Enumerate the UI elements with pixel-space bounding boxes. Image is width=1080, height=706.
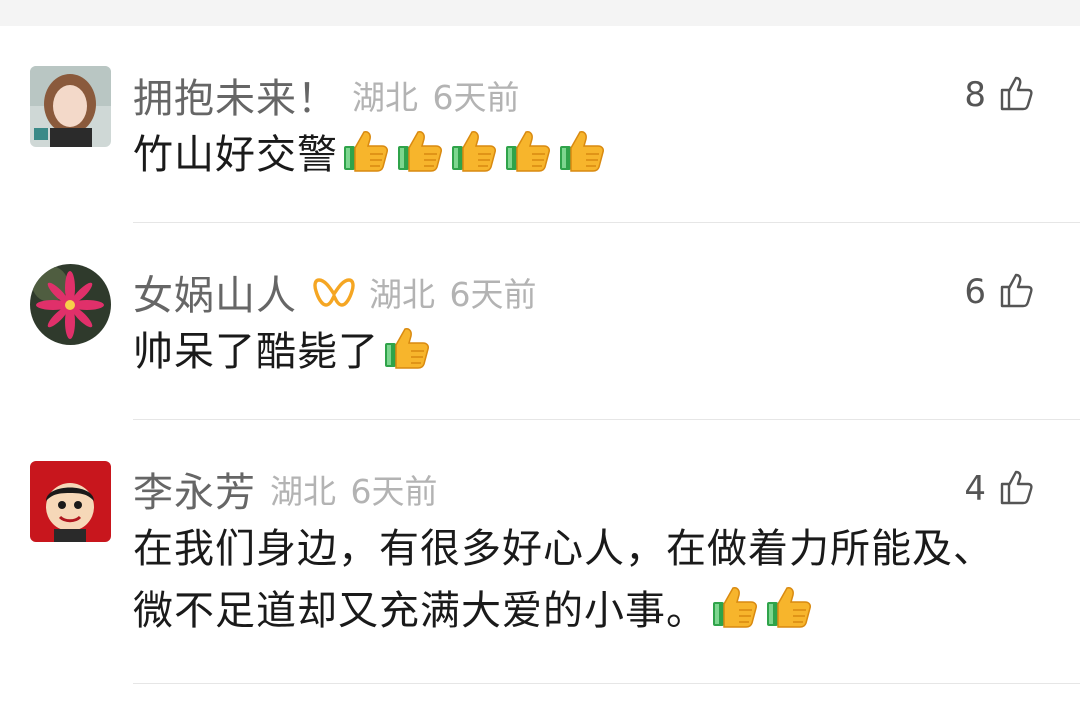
thumbs-up-emoji: [502, 124, 554, 176]
thumbs-up-outline-icon: [996, 73, 1036, 117]
location: 湖北: [352, 78, 418, 117]
avatar[interactable]: [30, 461, 111, 542]
avatar[interactable]: [30, 264, 111, 345]
timestamp: 6天前: [449, 275, 537, 314]
thumbs-up-emoji: [340, 124, 392, 176]
like-count: 4: [964, 469, 986, 509]
comment-meta: 湖北 6天前: [369, 268, 537, 316]
comment-header: 李永芳 湖北 6天前: [133, 464, 438, 516]
location: 湖北: [270, 472, 336, 511]
emoji-group: [379, 328, 433, 375]
top-bar: [0, 0, 1080, 26]
comment-text: 在我们身边，有很多好心人，在做着力所能及、微不足道却又充满大爱的小事。: [133, 518, 1003, 642]
emoji-group: [707, 587, 815, 634]
comment-body: 竹山好交警: [133, 132, 338, 178]
username[interactable]: 拥抱未来！: [133, 66, 338, 124]
divider: [133, 419, 1080, 420]
timestamp: 6天前: [432, 78, 520, 117]
comment-text: 竹山好交警: [133, 124, 1003, 186]
thumbs-up-outline-icon: [996, 270, 1036, 314]
comment-body: 帅呆了酷毙了: [133, 329, 379, 375]
comment-body: 在我们身边，有很多好心人，在做着力所能及、微不足道却又充满大爱的小事。: [133, 526, 994, 634]
comment-text: 帅呆了酷毙了: [133, 321, 1003, 383]
divider: [133, 222, 1080, 223]
divider: [133, 683, 1080, 684]
comment-header: 女娲山人 湖北 6天前: [133, 267, 537, 319]
like-button[interactable]: 8: [964, 70, 1036, 120]
like-count: 8: [964, 75, 986, 115]
comment-meta: 湖北 6天前: [270, 465, 438, 513]
location: 湖北: [369, 275, 435, 314]
comment-header: 拥抱未来！ 湖北 6天前: [133, 70, 520, 122]
username[interactable]: 李永芳: [133, 460, 256, 518]
thumbs-up-emoji: [763, 580, 815, 632]
vip-ribbon-icon: [313, 274, 355, 310]
thumbs-up-emoji: [381, 321, 433, 373]
thumbs-up-outline-icon: [996, 467, 1036, 511]
thumbs-up-emoji: [394, 124, 446, 176]
timestamp: 6天前: [350, 472, 438, 511]
emoji-group: [338, 131, 608, 178]
avatar[interactable]: [30, 66, 111, 147]
username[interactable]: 女娲山人: [133, 263, 297, 321]
thumbs-up-emoji: [556, 124, 608, 176]
like-button[interactable]: 6: [964, 267, 1036, 317]
like-count: 6: [964, 272, 986, 312]
like-button[interactable]: 4: [964, 464, 1036, 514]
thumbs-up-emoji: [709, 580, 761, 632]
comment-meta: 湖北 6天前: [352, 71, 520, 119]
thumbs-up-emoji: [448, 124, 500, 176]
